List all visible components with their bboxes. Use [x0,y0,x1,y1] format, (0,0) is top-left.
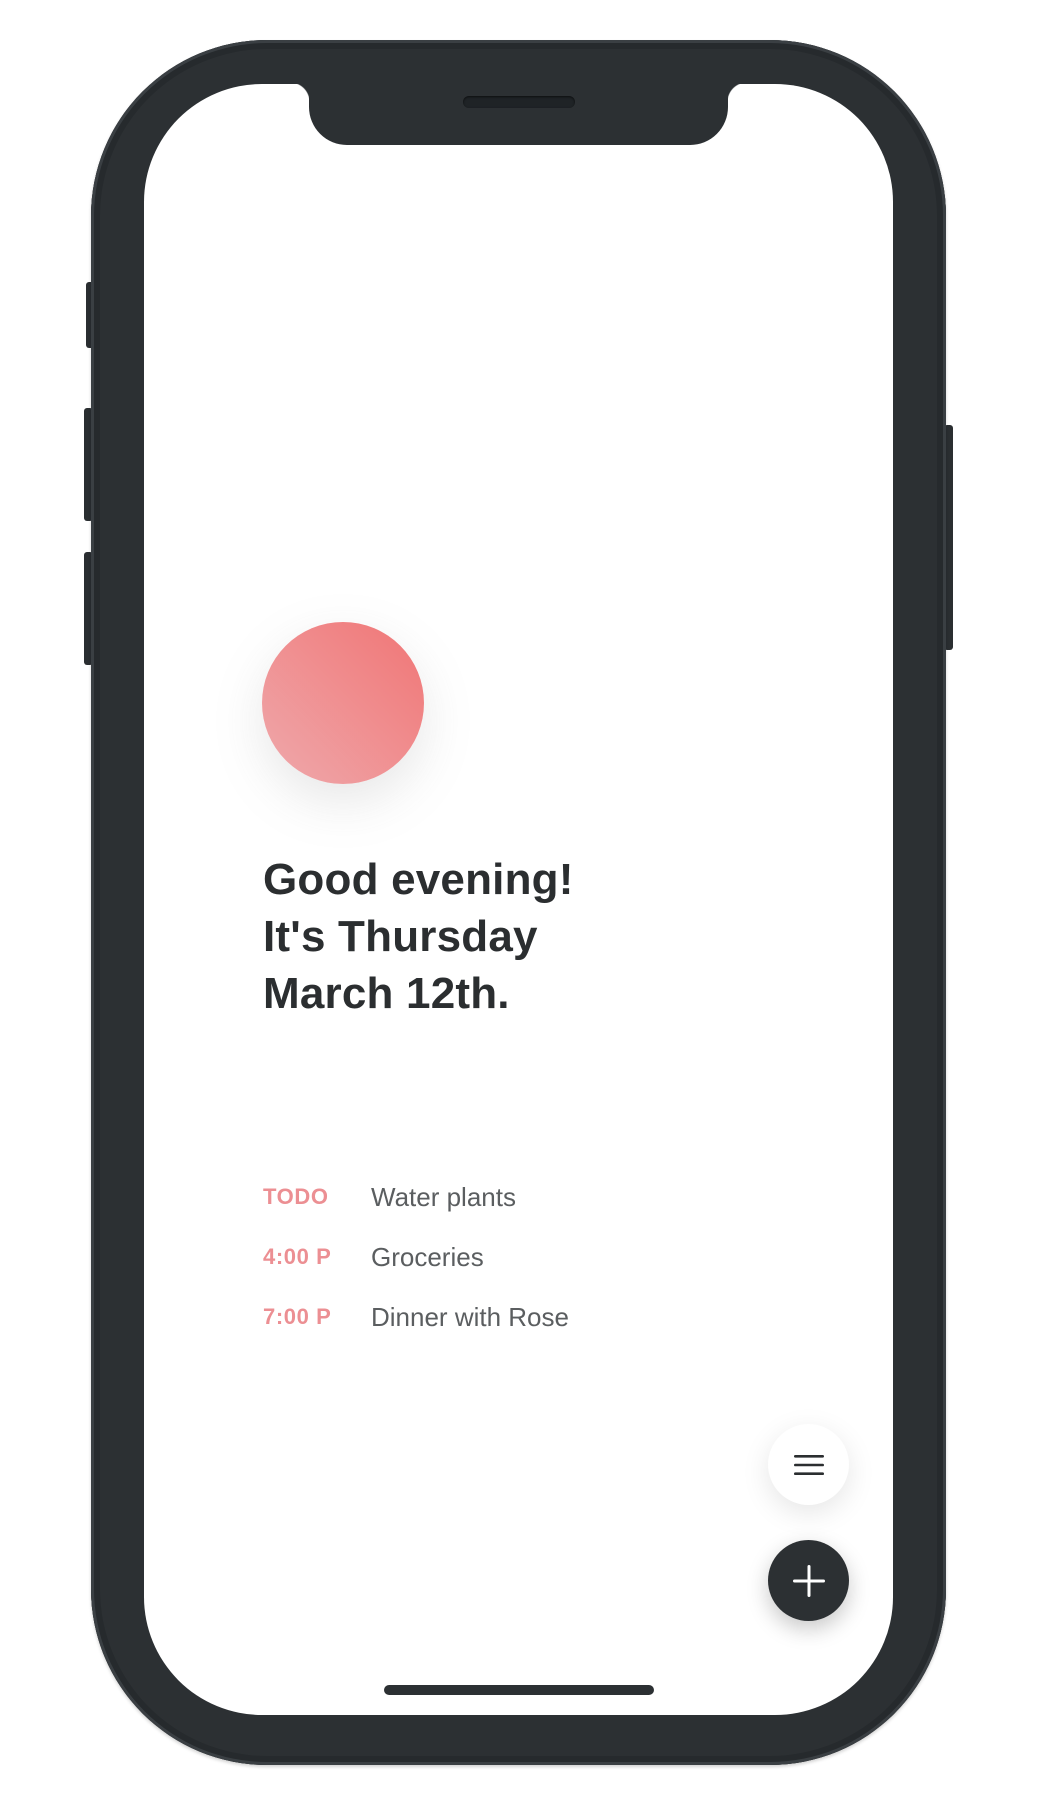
phone-mockup: Good evening! It's Thursday March 12th. … [0,0,1038,1800]
greeting-heading: Good evening! It's Thursday March 12th. [263,851,783,1022]
greeting-line-3: March 12th. [263,969,510,1018]
agenda-item[interactable]: 7:00 P Dinner with Rose [263,1287,823,1347]
notch [290,84,747,145]
plus-icon [792,1564,825,1597]
earpiece-speaker [463,96,575,108]
agenda-item-text: Groceries [371,1241,484,1272]
agenda-item-label: TODO [263,1184,329,1209]
agenda-item[interactable]: TODO Water plants [263,1167,823,1227]
agenda-item-label: 7:00 P [263,1304,332,1329]
agenda-item[interactable]: 4:00 P Groceries [263,1227,823,1287]
agenda-item-label: 4:00 P [263,1244,332,1269]
home-indicator[interactable] [384,1685,654,1695]
greeting-line-1: Good evening! [263,855,574,904]
greeting-line-2: It's Thursday [263,912,538,961]
agenda-item-text: Dinner with Rose [371,1301,569,1332]
menu-button[interactable] [768,1424,849,1505]
hamburger-menu-icon [793,1454,824,1475]
add-button[interactable] [768,1540,849,1621]
app-screen: Good evening! It's Thursday March 12th. … [144,84,893,1715]
agenda-list: TODO Water plants 4:00 P Groceries 7:00 … [263,1167,823,1347]
agenda-item-text: Water plants [371,1181,516,1212]
sun-circle-graphic [262,622,424,784]
